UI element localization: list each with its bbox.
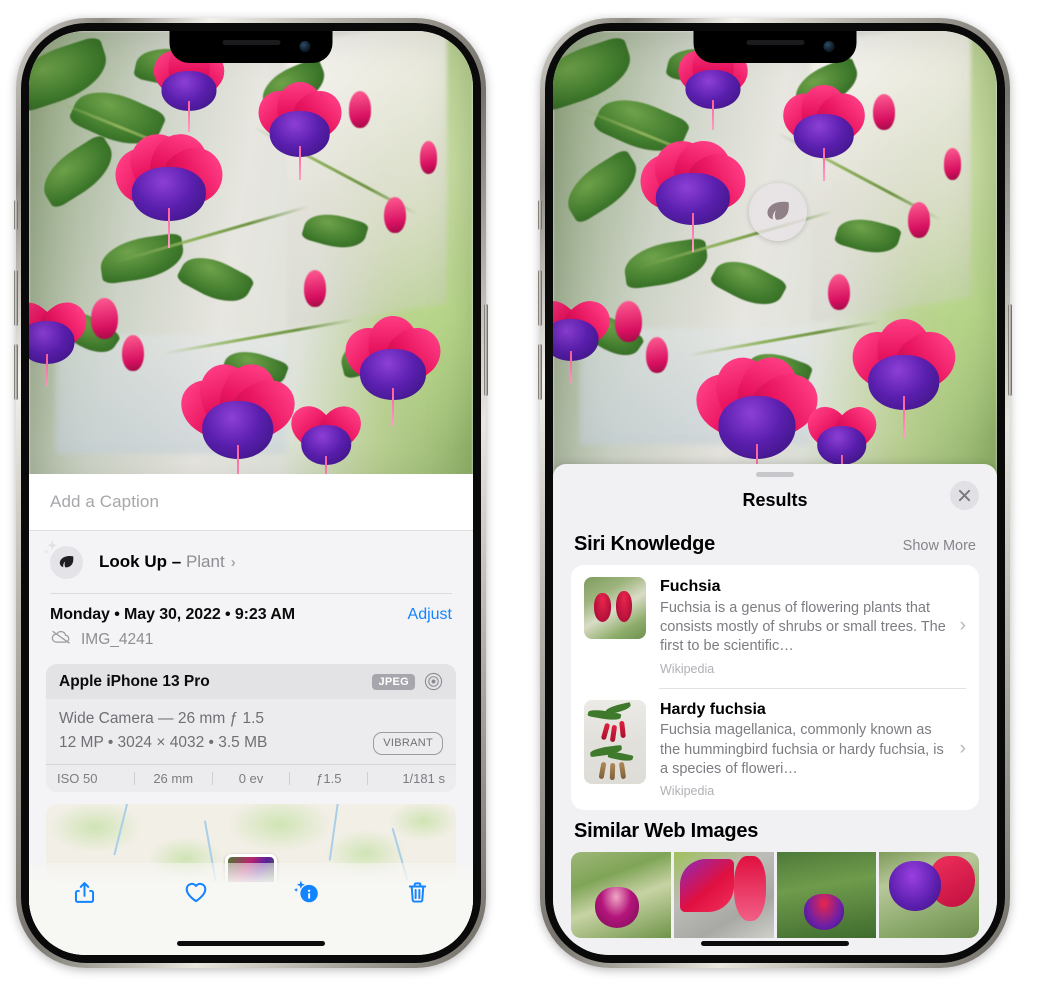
filename-row: IMG_4241 [29,624,473,650]
photo-vignette [29,31,473,491]
info-button[interactable] [280,872,334,912]
result-thumbnail [584,577,646,639]
exif-ev: 0 ev [238,771,264,787]
chevron-right-icon: › [959,737,966,759]
volume-down-button-left[interactable] [14,344,18,400]
web-image-thumbnail[interactable] [571,852,671,939]
knowledge-result-row[interactable]: Fuchsia Fuchsia is a genus of flowering … [571,565,979,688]
photo-date: Monday • May 30, 2022 • 9:23 AM [50,606,295,623]
mute-switch-left[interactable] [14,200,18,230]
iphone-left: Add a Caption Look Up – Plant › Monday •… [14,18,488,968]
notch-left [169,31,333,63]
home-indicator-left[interactable] [177,941,325,946]
mute-switch-right[interactable] [538,200,542,230]
adjust-button[interactable]: Adjust [408,606,452,624]
notch-right [693,31,857,63]
section-title: Siri Knowledge [574,533,715,555]
knowledge-result-row[interactable]: Hardy fuchsia Fuchsia magellanica, commo… [571,687,979,811]
caption-field-row[interactable]: Add a Caption [29,474,473,531]
front-camera [823,41,835,52]
similar-web-images-strip[interactable] [571,852,979,939]
exif-shutter: 1/181 s [402,771,445,787]
chevron-right-icon: › [959,615,966,637]
leaf-icon [44,540,83,579]
format-badge: JPEG [372,673,415,690]
volume-up-button-left[interactable] [14,270,18,326]
section-title: Similar Web Images [574,820,759,843]
screen-right: Results Siri Knowledge Show More Fuchsia… [553,31,997,955]
exif-body: Wide Camera — 26 mm ƒ 1.5 12 MP • 3024 ×… [46,699,456,764]
power-button-right[interactable] [1008,304,1012,396]
chevron-right-icon: › [230,553,236,571]
result-thumbnail [584,699,646,784]
earpiece-speaker [222,40,280,45]
results-sheet: Results Siri Knowledge Show More Fuchsia… [553,464,997,955]
visual-look-up-pin[interactable] [749,183,807,241]
siri-knowledge-card: Fuchsia Fuchsia is a genus of flowering … [571,565,979,811]
delete-button[interactable] [391,872,445,912]
photo-viewer-left[interactable] [29,31,473,491]
show-more-button[interactable]: Show More [903,538,976,554]
results-title: Results [742,489,808,510]
power-button-left[interactable] [484,304,488,396]
favorite-button[interactable] [169,872,223,912]
photo-viewer-right[interactable] [553,31,997,481]
exif-aperture: ƒ1.5 [316,771,342,787]
result-title: Fuchsia [660,578,721,595]
sparkle-icon [42,539,58,554]
look-up-row[interactable]: Look Up – Plant › [29,531,473,593]
lens-line: Wide Camera — 26 mm ƒ 1.5 [59,710,265,727]
photo-filename: IMG_4241 [81,630,154,648]
photo-info-sheet: Add a Caption Look Up – Plant › Monday •… [29,474,473,955]
result-source: Wikipedia [660,784,715,799]
leaf-icon [749,183,807,241]
result-source: Wikipedia [660,661,715,676]
exif-stats-row: ISO 50 26 mm 0 ev ƒ1.5 1/181 s [46,764,456,792]
exif-card[interactable]: Apple iPhone 13 Pro JPEG Wide Camera — 2… [46,664,456,793]
raw-target-icon [424,672,443,691]
close-button[interactable] [950,481,979,510]
earpiece-speaker [746,40,804,45]
results-header: Results [553,477,997,523]
web-image-thumbnail[interactable] [673,852,774,939]
result-description: Fuchsia is a genus of flowering plants t… [660,599,946,655]
home-indicator-right[interactable] [701,941,849,946]
result-description: Fuchsia magellanica, commonly known as t… [660,722,944,777]
share-button[interactable] [58,872,112,912]
exif-header: Apple iPhone 13 Pro JPEG [46,664,456,699]
result-title: Hardy fuchsia [660,700,766,718]
exif-iso: ISO 50 [57,771,98,787]
caption-placeholder: Add a Caption [50,492,160,511]
icloud-slash-icon [50,629,72,650]
web-image-thumbnail[interactable] [879,852,979,939]
photographic-style-badge: VIBRANT [373,731,443,755]
look-up-label: Look Up – Plant [99,552,225,571]
volume-up-button-right[interactable] [538,270,542,326]
screen-left: Add a Caption Look Up – Plant › Monday •… [29,31,473,955]
web-image-thumbnail[interactable] [776,852,877,939]
screenshot-root: Add a Caption Look Up – Plant › Monday •… [0,0,1055,985]
siri-knowledge-header: Siri Knowledge Show More [553,523,997,565]
volume-down-button-right[interactable] [538,344,542,400]
front-camera [299,41,311,52]
similar-web-images-header: Similar Web Images [553,810,997,852]
date-row: Monday • May 30, 2022 • 9:23 AM Adjust [29,593,473,624]
size-line: 12 MP • 3024 × 4032 • 3.5 MB VIBRANT [59,731,443,755]
iphone-right: Results Siri Knowledge Show More Fuchsia… [538,18,1012,968]
exif-focal: 26 mm [153,771,194,787]
photo-vignette [553,31,997,481]
camera-device-name: Apple iPhone 13 Pro [59,672,210,690]
